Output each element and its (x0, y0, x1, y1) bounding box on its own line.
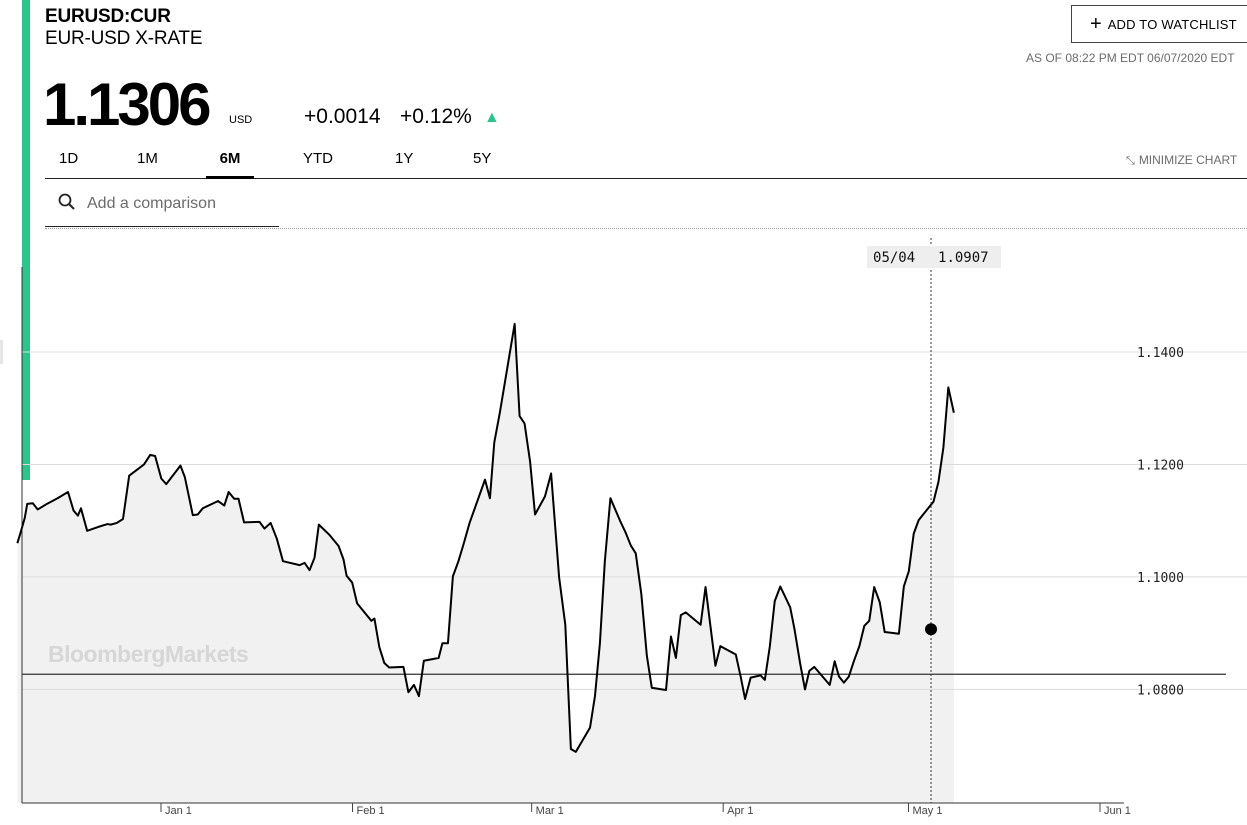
y-tick-label: 1.0800 (1137, 683, 1184, 698)
minimize-icon: ⤡ (1126, 155, 1135, 167)
watchlist-label: ADD TO WATCHLIST (1107, 16, 1237, 32)
tab-1d[interactable]: 1D (59, 150, 78, 176)
plus-icon: + (1090, 13, 1102, 35)
as-of-timestamp: AS OF 08:22 PM EDT 06/07/2020 EDT (1026, 51, 1235, 65)
comparison-bar (45, 186, 1247, 229)
last-price: 1.1306 (43, 71, 212, 138)
triangle-up-icon: ▲ (484, 109, 500, 126)
tab-5y[interactable]: 5Y (473, 150, 491, 176)
add-to-watchlist-button[interactable]: + ADD TO WATCHLIST (1071, 5, 1247, 43)
price-change: +0.0014 (304, 105, 381, 128)
price-change-percent: +0.12% (400, 105, 472, 128)
price-currency: USD (229, 114, 253, 126)
x-tick-label: Jan 1 (165, 805, 192, 817)
tab-1y[interactable]: 1Y (395, 150, 413, 176)
y-tick-label: 1.1400 (1137, 346, 1184, 361)
bloomberg-markets-logo: BloombergMarkets (48, 641, 248, 667)
search-icon (58, 193, 75, 210)
y-tick-label: 1.1200 (1137, 458, 1184, 473)
minimize-label: MINIMIZE CHART (1138, 153, 1238, 167)
minimize-chart-button[interactable]: ⤡ MINIMIZE CHART (1126, 153, 1237, 168)
x-tick-label: Feb 1 (357, 805, 385, 817)
range-tabs: 1D 1M 6M YTD 1Y 5Y (45, 150, 1247, 179)
tab-6m[interactable]: 6M (206, 150, 254, 179)
hover-point (925, 623, 938, 636)
security-name: EUR-USD X-RATE (45, 28, 203, 49)
ticker-symbol: EURUSD:CUR (45, 6, 171, 27)
x-tick-label: Jun 1 (1104, 805, 1131, 817)
x-tick-label: May 1 (912, 805, 942, 817)
comparison-input[interactable] (85, 192, 279, 216)
price-chart: 1.0800 1.1000 1.1200 1.1400 Jan 1 Feb 1 Mar 1 A… (16, 238, 1247, 817)
tooltip-date: 05/04 (873, 250, 915, 266)
comparison-search (45, 186, 279, 227)
tooltip-value: 1.0907 (938, 250, 989, 266)
x-tick-label: Apr 1 (727, 805, 753, 817)
x-tick-label: Mar 1 (536, 805, 564, 817)
y-tick-label: 1.1000 (1137, 571, 1184, 586)
tab-1m[interactable]: 1M (137, 150, 158, 176)
tab-ytd[interactable]: YTD (303, 150, 333, 176)
area-fill (17, 323, 954, 803)
